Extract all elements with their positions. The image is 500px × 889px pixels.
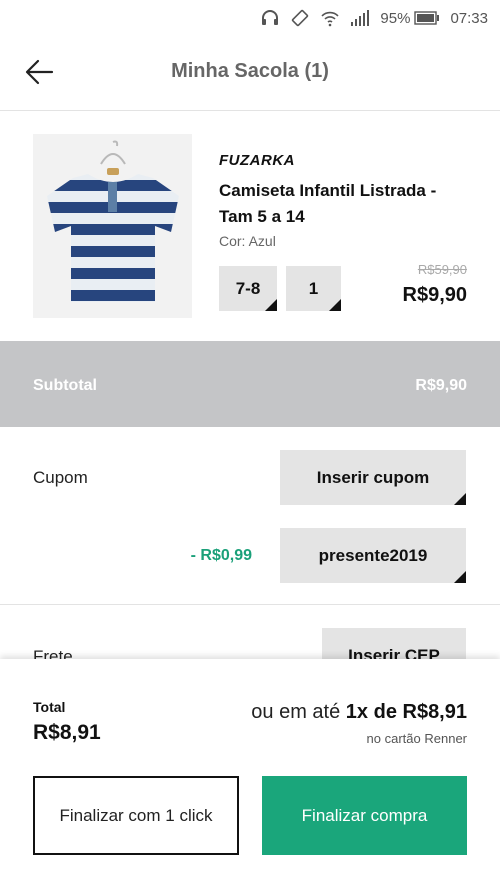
coupon-label: Cupom [33, 468, 88, 487]
one-click-checkout-button[interactable]: Finalizar com 1 click [33, 776, 239, 855]
insert-coupon-button[interactable]: Inserir cupom [280, 450, 466, 505]
checkout-button[interactable]: Finalizar compra [262, 776, 467, 855]
battery-percent: 95% [380, 9, 411, 27]
vibrate-icon [290, 8, 310, 28]
coupon-code: presente2019 [318, 545, 428, 565]
battery-icon [414, 11, 440, 25]
total-value: R$8,91 [33, 721, 101, 744]
one-click-label: Finalizar com 1 click [59, 805, 213, 825]
headphones-icon [260, 8, 280, 28]
insert-coupon-label: Inserir cupom [316, 467, 430, 487]
signal-icon [350, 9, 370, 27]
checkout-label: Finalizar compra [301, 805, 428, 825]
dropdown-corner-icon [454, 493, 466, 505]
old-price: R$59,90 [417, 262, 467, 277]
coupon-discount: - R$0,99 [190, 547, 252, 564]
page-title: Minha Sacola (1) [171, 60, 329, 82]
checkout-panel: Total R$8,91 ou em até 1x de R$8,91 no c… [0, 659, 500, 889]
subtotal-value: R$9,90 [415, 377, 467, 394]
dropdown-corner-icon [454, 571, 466, 583]
size-select[interactable]: 7-8 [219, 266, 277, 311]
size-value: 7-8 [235, 278, 261, 298]
installment-prefix: ou em até [251, 701, 341, 723]
dropdown-corner-icon [329, 299, 341, 311]
shipping-section: Frete Inserir CEP [0, 605, 500, 665]
total-label: Total [33, 699, 66, 715]
coupon-section: Cupom Inserir cupom - R$0,99 presente201… [0, 427, 500, 605]
cart-item: FUZARKA Camiseta Infantil Listrada - Tam… [0, 112, 500, 340]
battery-status: 95% [380, 10, 440, 27]
subtotal-bar: Subtotal R$9,90 [0, 341, 500, 427]
striped-tshirt-image [47, 140, 179, 302]
product-color: Cor: Azul [219, 233, 276, 249]
status-bar: 95% 07:33 [0, 0, 500, 36]
current-price: R$9,90 [402, 284, 468, 306]
dropdown-corner-icon [265, 299, 277, 311]
installment-value: 1x de R$8,91 [345, 701, 467, 723]
product-name[interactable]: Camiseta Infantil Listrada - Tam 5 a 14 [219, 178, 459, 230]
quantity-value: 1 [308, 278, 319, 298]
installment-info: ou em até 1x de R$8,91 [251, 701, 467, 724]
clock: 07:33 [450, 9, 488, 27]
applied-coupon-button[interactable]: presente2019 [280, 528, 466, 583]
product-image[interactable] [33, 134, 192, 318]
quantity-select[interactable]: 1 [286, 266, 341, 311]
wifi-icon [320, 8, 340, 28]
app-header: Minha Sacola (1) [0, 36, 500, 111]
card-note: no cartão Renner [366, 731, 467, 746]
product-brand: FUZARKA [219, 152, 295, 169]
subtotal-label: Subtotal [33, 377, 97, 394]
